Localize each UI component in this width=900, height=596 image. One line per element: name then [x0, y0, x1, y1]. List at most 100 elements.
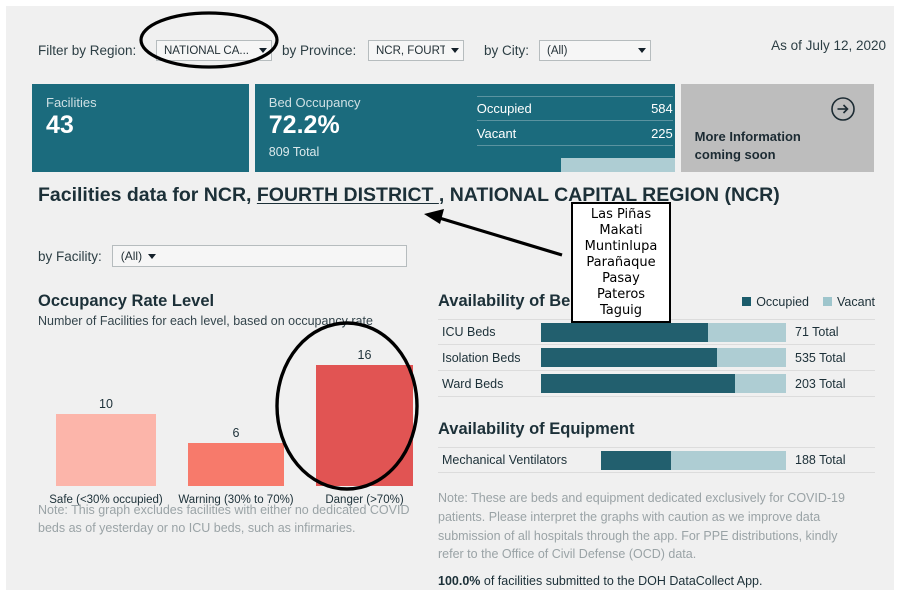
- legend-item-occupied[interactable]: Occupied: [742, 295, 809, 309]
- filter-region-label: Filter by Region:: [38, 43, 137, 58]
- occupancy-rate-bar-chart: 10 Safe (<30% occupied) 6 Warning (30% t…: [38, 338, 416, 506]
- table-row[interactable]: ICU Beds 71 Total: [438, 319, 875, 345]
- table-row[interactable]: Isolation Beds 535 Total: [438, 345, 875, 371]
- beds-availability-table: ICU Beds 71 Total Isolation Beds 535 Tot…: [438, 319, 875, 397]
- table-row: Vacant 225: [476, 121, 673, 146]
- legend-swatch-occupied-icon: [742, 297, 752, 306]
- bed-type-label-icu: ICU Beds: [442, 325, 496, 339]
- list-item: Parañaque: [586, 254, 656, 270]
- bed-bar-occupied-ward: [541, 374, 735, 393]
- more-information-card[interactable]: More Information coming soon: [680, 84, 874, 172]
- table-row[interactable]: Ward Beds 203 Total: [438, 371, 875, 397]
- bar-value-warning: 6: [232, 426, 240, 440]
- kpi-strip: Facilities 43 Bed Occupancy 72.2% 809 To…: [32, 84, 874, 172]
- equipment-label-ventilators: Mechanical Ventilators: [442, 453, 568, 467]
- city-dropdown-value: (All): [547, 44, 568, 57]
- chevron-down-icon: [148, 253, 157, 259]
- bar-value-danger: 16: [357, 348, 372, 362]
- filter-bar: Filter by Region: NATIONAL CA... by Prov…: [6, 6, 894, 78]
- filter-city-label: by City:: [484, 43, 530, 58]
- equipment-bar-occupied-ventilators: [601, 450, 672, 470]
- annotation-arrow-to-district: [424, 209, 563, 257]
- beds-section-title: Availability of Beds: [438, 292, 590, 310]
- bar-group-safe[interactable]: 10 Safe (<30% occupied): [49, 338, 162, 506]
- as-of-date: As of July 12, 2020: [771, 38, 886, 53]
- chevron-down-icon: [638, 48, 646, 53]
- occupancy-section-note: Note: This graph excludes facilities wit…: [38, 503, 410, 536]
- arrow-right-circle-icon[interactable]: [830, 96, 856, 122]
- occupied-label: Occupied: [476, 101, 532, 116]
- legend-item-vacant[interactable]: Vacant: [823, 295, 875, 309]
- chevron-down-icon: [451, 48, 459, 53]
- bed-occupancy-total: 809 Total: [268, 145, 320, 159]
- bed-bar-track-ward: [541, 374, 786, 393]
- list-item: Las Piñas: [590, 207, 652, 222]
- bar-safe[interactable]: [56, 414, 156, 486]
- bed-occupancy-kpi-card[interactable]: Bed Occupancy 72.2% 809 Total Occupied 5…: [254, 84, 675, 172]
- more-information-line1: More Information: [694, 129, 801, 144]
- vacant-value: 225: [651, 125, 673, 141]
- list-item: Taguig: [599, 302, 643, 318]
- bed-type-label-ward: Ward Beds: [442, 376, 504, 391]
- occupancy-breakdown-table: Occupied 584 Vacant 225: [476, 96, 673, 146]
- submission-rate-rest: of facilities submitted to the DOH DataC…: [480, 574, 763, 588]
- bed-bar-occupied-isolation: [541, 348, 718, 367]
- facilities-kpi-title: Facilities: [46, 95, 97, 110]
- bed-total-ward: 203 Total: [795, 376, 846, 391]
- table-row: Occupied 584: [476, 96, 673, 121]
- page-title-district: FOURTH DISTRICT: [256, 184, 439, 206]
- equipment-total-ventilators: 188 Total: [795, 453, 846, 467]
- facility-dropdown[interactable]: (All): [111, 245, 407, 267]
- province-dropdown[interactable]: NCR, FOURT...: [368, 40, 464, 61]
- occupied-value: 584: [651, 101, 673, 116]
- bed-type-label-isolation: Isolation Beds: [442, 350, 521, 365]
- bar-group-danger[interactable]: 16 Danger (>70%): [316, 338, 413, 506]
- bed-occupancy-title: Bed Occupancy: [268, 95, 361, 110]
- equipment-availability-table: Mechanical Ventilators 188 Total: [438, 447, 875, 473]
- chevron-down-icon: [259, 48, 267, 53]
- province-dropdown-value: NCR, FOURT...: [376, 44, 445, 57]
- city-dropdown[interactable]: (All): [539, 40, 651, 61]
- facilities-kpi-card[interactable]: Facilities 43: [32, 84, 249, 172]
- bed-total-icu: 71 Total: [795, 325, 839, 339]
- occupancy-vacant-indicator-bar: [560, 158, 675, 172]
- bar-danger[interactable]: [316, 365, 413, 486]
- bed-occupancy-value: 72.2%: [268, 111, 340, 139]
- page-title-prefix: Facilities data for NCR,: [38, 184, 257, 206]
- bar-group-warning[interactable]: 6 Warning (30% to 70%): [178, 338, 293, 506]
- availability-note: Note: These are beds and equipment dedic…: [438, 491, 845, 562]
- bed-bar-track-icu: [541, 322, 786, 342]
- occupancy-section-subtitle: Number of Facilities for each level, bas…: [38, 314, 373, 328]
- city-list-tooltip: Las Piñas Makati Muntinlupa Parañaque Pa…: [571, 202, 671, 323]
- occupancy-section-title: Occupancy Rate Level: [38, 292, 215, 310]
- facility-dropdown-value: (All): [120, 249, 143, 263]
- facility-filter-label: by Facility:: [38, 248, 102, 264]
- bar-warning[interactable]: [188, 443, 284, 486]
- more-information-text: More Information coming soon: [695, 128, 801, 163]
- list-item: Muntinlupa: [584, 238, 658, 254]
- table-row[interactable]: Mechanical Ventilators 188 Total: [438, 447, 875, 473]
- more-information-line2: coming soon: [694, 146, 776, 162]
- filter-province-label: by Province:: [282, 43, 357, 58]
- bar-value-safe: 10: [99, 397, 113, 411]
- occupancy-rate-level-panel: Occupancy Rate Level Number of Facilitie…: [38, 292, 418, 506]
- list-item: Pateros: [596, 286, 646, 302]
- vacant-label: Vacant: [476, 125, 517, 141]
- bed-total-isolation: 535 Total: [795, 350, 846, 365]
- list-item: Makati: [599, 222, 643, 238]
- beds-legend: Occupied Vacant: [742, 295, 875, 309]
- legend-label-vacant: Vacant: [837, 294, 875, 309]
- legend-label-occupied: Occupied: [756, 294, 809, 309]
- list-item: Pasay: [602, 270, 640, 286]
- submission-rate-pct: 100.0%: [438, 574, 481, 588]
- submission-rate-text: 100.0% of facilities submitted to the DO…: [438, 574, 875, 588]
- region-dropdown[interactable]: NATIONAL CA...: [156, 40, 272, 61]
- facilities-kpi-value: 43: [46, 111, 74, 139]
- bed-bar-track-isolation: [541, 348, 786, 367]
- region-dropdown-value: NATIONAL CA...: [164, 44, 249, 57]
- facility-filter-row: by Facility: (All): [38, 245, 407, 267]
- dashboard-page: Filter by Region: NATIONAL CA... by Prov…: [0, 0, 900, 596]
- availability-panel: Availability of Beds Occupied Vacant ICU…: [438, 292, 875, 588]
- equipment-section-title: Availability of Equipment: [438, 420, 635, 438]
- equipment-bar-track-ventilators: [601, 450, 786, 470]
